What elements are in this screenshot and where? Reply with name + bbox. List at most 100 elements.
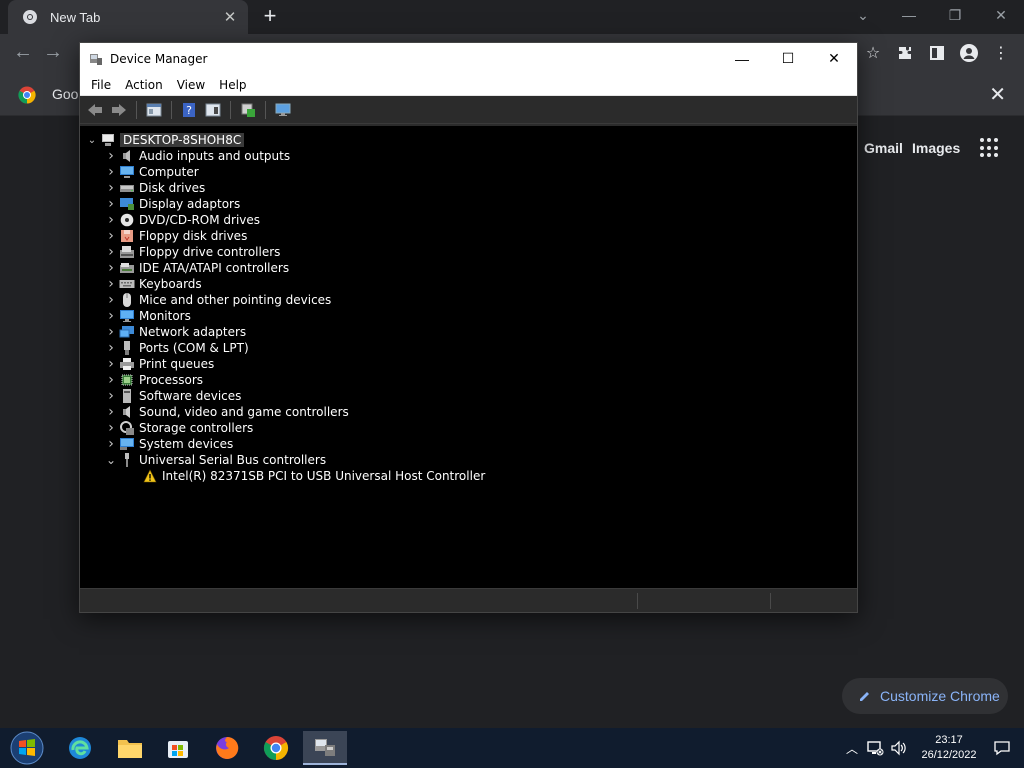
tree-device-item[interactable]: Intel(R) 82371SB PCI to USB Universal Ho… [80, 468, 857, 484]
device-manager-titlebar[interactable]: Device Manager — ☐ ✕ [80, 43, 857, 74]
scan-hardware-icon[interactable] [237, 99, 259, 121]
tree-category-item[interactable]: › Keyboards [80, 276, 857, 292]
taskbar-clock[interactable]: 23:17 26/12/2022 [917, 733, 981, 763]
tree-category-label: Display adaptors [139, 197, 241, 211]
notification-icon[interactable] [993, 739, 1011, 757]
forward-arrow-icon[interactable] [108, 99, 130, 121]
category-list: › Audio inputs and outputs › Computer › Disk … [80, 148, 857, 484]
tree-category-item[interactable]: › Monitors [80, 308, 857, 324]
tab-close-icon[interactable]: ✕ [222, 8, 238, 26]
tree-category-item[interactable]: › Ports (COM & LPT) [80, 340, 857, 356]
menu-action[interactable]: Action [118, 78, 170, 92]
new-tab-button[interactable]: + [258, 5, 282, 29]
chevron-right-icon[interactable]: › [103, 148, 119, 164]
bookmark-star-icon[interactable]: ☆ [860, 40, 886, 66]
chevron-right-icon[interactable]: › [103, 196, 119, 212]
disk-drive-icon [119, 180, 135, 196]
chevron-down-icon[interactable]: ⌄ [84, 132, 100, 148]
chevron-right-icon[interactable]: › [103, 340, 119, 356]
restore-icon[interactable]: ❐ [932, 0, 978, 30]
chevron-right-icon[interactable]: › [103, 324, 119, 340]
back-arrow-icon[interactable] [84, 99, 106, 121]
tree-category-item[interactable]: › Sound, video and game controllers [80, 404, 857, 420]
properties-icon[interactable] [143, 99, 165, 121]
gmail-link[interactable]: Gmail [864, 140, 903, 156]
tab-new-tab[interactable]: New Tab ✕ [8, 0, 248, 34]
chevron-right-icon[interactable]: › [103, 372, 119, 388]
chevron-right-icon[interactable]: › [103, 276, 119, 292]
tree-root[interactable]: ⌄ DESKTOP-8SHOH8C [80, 132, 857, 148]
svg-text:?: ? [186, 104, 192, 117]
chevron-down-icon[interactable]: ⌄ [103, 452, 119, 468]
tree-category-item[interactable]: › Disk drives [80, 180, 857, 196]
forward-arrow-icon[interactable]: → [42, 42, 64, 64]
chevron-right-icon[interactable]: › [103, 164, 119, 180]
tree-category-item[interactable]: › Storage controllers [80, 420, 857, 436]
chevron-right-icon[interactable]: › [103, 292, 119, 308]
monitor-view-icon[interactable] [272, 99, 294, 121]
tree-device-label: Intel(R) 82371SB PCI to USB Universal Ho… [162, 469, 486, 483]
chevron-right-icon[interactable]: › [103, 180, 119, 196]
system-device-icon [119, 436, 135, 452]
browser-window-controls: ⌄ — ❐ ✕ [840, 0, 1024, 32]
chevron-right-icon[interactable]: › [103, 244, 119, 260]
tree-category-item[interactable]: › IDE ATA/ATAPI controllers [80, 260, 857, 276]
volume-icon[interactable] [890, 739, 908, 757]
chevron-right-icon[interactable]: › [103, 436, 119, 452]
pencil-icon [860, 692, 869, 701]
minimize-icon[interactable]: — [886, 0, 932, 30]
browser-menu-icon[interactable]: ⋮ [988, 40, 1014, 66]
chevron-right-icon[interactable]: › [103, 404, 119, 420]
tree-category-item[interactable]: › Print queues [80, 356, 857, 372]
tree-category-item[interactable]: › Network adapters [80, 324, 857, 340]
windows-taskbar: ︿ 23:17 26/12/2022 [0, 728, 1024, 768]
storage-controller-icon [119, 420, 135, 436]
chevron-right-icon[interactable]: › [103, 212, 119, 228]
maximize-button[interactable]: ☐ [765, 43, 811, 74]
tree-category-item[interactable]: › Computer [80, 164, 857, 180]
tree-category-item[interactable]: › Display adaptors [80, 196, 857, 212]
images-link[interactable]: Images [912, 140, 960, 156]
google-apps-icon[interactable] [980, 138, 1000, 158]
menu-file[interactable]: File [84, 78, 118, 92]
tree-category-item[interactable]: › System devices [80, 436, 857, 452]
tree-category-item[interactable]: › Audio inputs and outputs [80, 148, 857, 164]
chevron-right-icon[interactable]: › [103, 260, 119, 276]
tab-search-icon[interactable]: ⌄ [840, 0, 886, 30]
chevron-right-icon[interactable]: › [103, 420, 119, 436]
chevron-right-icon[interactable]: › [103, 228, 119, 244]
chevron-right-icon[interactable]: › [103, 308, 119, 324]
tree-category-item[interactable]: ⌄ Universal Serial Bus controllers [80, 452, 857, 468]
tree-category-item[interactable]: › Floppy drive controllers [80, 244, 857, 260]
chevron-up-icon[interactable]: ︿ [843, 739, 861, 757]
tree-category-item[interactable]: › Mice and other pointing devices [80, 292, 857, 308]
menu-view[interactable]: View [170, 78, 212, 92]
help-icon[interactable]: ? [178, 99, 200, 121]
back-arrow-icon[interactable]: ← [12, 42, 34, 64]
menu-bar: File Action View Help [80, 74, 857, 96]
close-icon[interactable]: ✕ [978, 0, 1024, 30]
profile-avatar-icon[interactable] [956, 40, 982, 66]
tree-category-item[interactable]: › Processors [80, 372, 857, 388]
update-driver-icon[interactable] [202, 99, 224, 121]
minimize-button[interactable]: — [719, 43, 765, 74]
network-icon[interactable] [866, 739, 884, 757]
ide-controller-icon [119, 260, 135, 276]
tree-category-item[interactable]: › Software devices [80, 388, 857, 404]
device-manager-toolbar: ? [80, 96, 857, 124]
tree-category-label: Floppy drive controllers [139, 245, 281, 259]
close-button[interactable]: ✕ [811, 43, 857, 74]
tree-category-item[interactable]: › DVD/CD-ROM drives [80, 212, 857, 228]
chrome-favicon-icon [23, 10, 37, 24]
infobar-close-icon[interactable]: ✕ [989, 82, 1006, 107]
tree-category-label: Computer [139, 165, 199, 179]
chevron-right-icon[interactable]: › [103, 388, 119, 404]
window-controls: — ☐ ✕ [719, 43, 857, 74]
side-panel-icon[interactable] [924, 40, 950, 66]
customize-chrome-button[interactable]: Customize Chrome [842, 678, 1008, 714]
extensions-icon[interactable] [892, 40, 918, 66]
menu-help[interactable]: Help [212, 78, 253, 92]
chevron-right-icon[interactable]: › [103, 356, 119, 372]
printer-icon [119, 356, 135, 372]
tree-category-item[interactable]: › Floppy disk drives [80, 228, 857, 244]
